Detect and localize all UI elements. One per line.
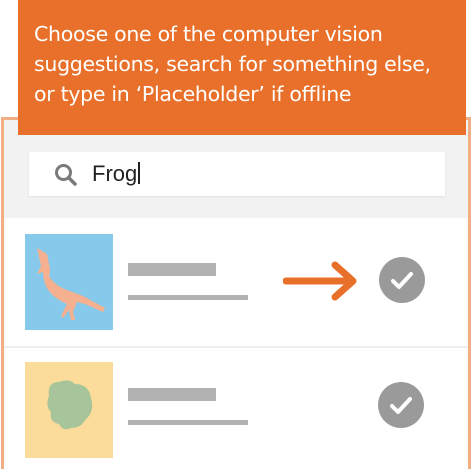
plant-thumbnail — [25, 362, 113, 458]
checkmark-icon — [391, 272, 413, 289]
select-checkmark-button[interactable] — [378, 382, 424, 428]
suggestion-screen: Frog Choose one of the computer vision s… — [0, 0, 474, 469]
suggestion-subtitle-placeholder — [128, 295, 248, 300]
suggestion-item[interactable] — [4, 218, 468, 346]
suggestion-title-placeholder — [128, 263, 216, 276]
bird-thumbnail — [25, 234, 113, 330]
suggestion-title-placeholder — [128, 388, 216, 401]
select-checkmark-button[interactable] — [379, 257, 425, 303]
suggestion-item[interactable] — [4, 346, 468, 469]
instruction-banner: Choose one of the computer vision sugges… — [18, 0, 466, 135]
search-input-value: Frog — [92, 161, 141, 187]
search-icon — [53, 162, 79, 188]
text-cursor — [138, 162, 141, 184]
arrow-right-icon — [282, 259, 361, 303]
checkmark-icon — [390, 397, 412, 414]
instruction-text: Choose one of the computer vision sugges… — [34, 22, 431, 106]
suggestion-panel: Frog — [1, 117, 471, 469]
suggestion-subtitle-placeholder — [128, 420, 248, 425]
search-input[interactable]: Frog — [29, 152, 445, 196]
